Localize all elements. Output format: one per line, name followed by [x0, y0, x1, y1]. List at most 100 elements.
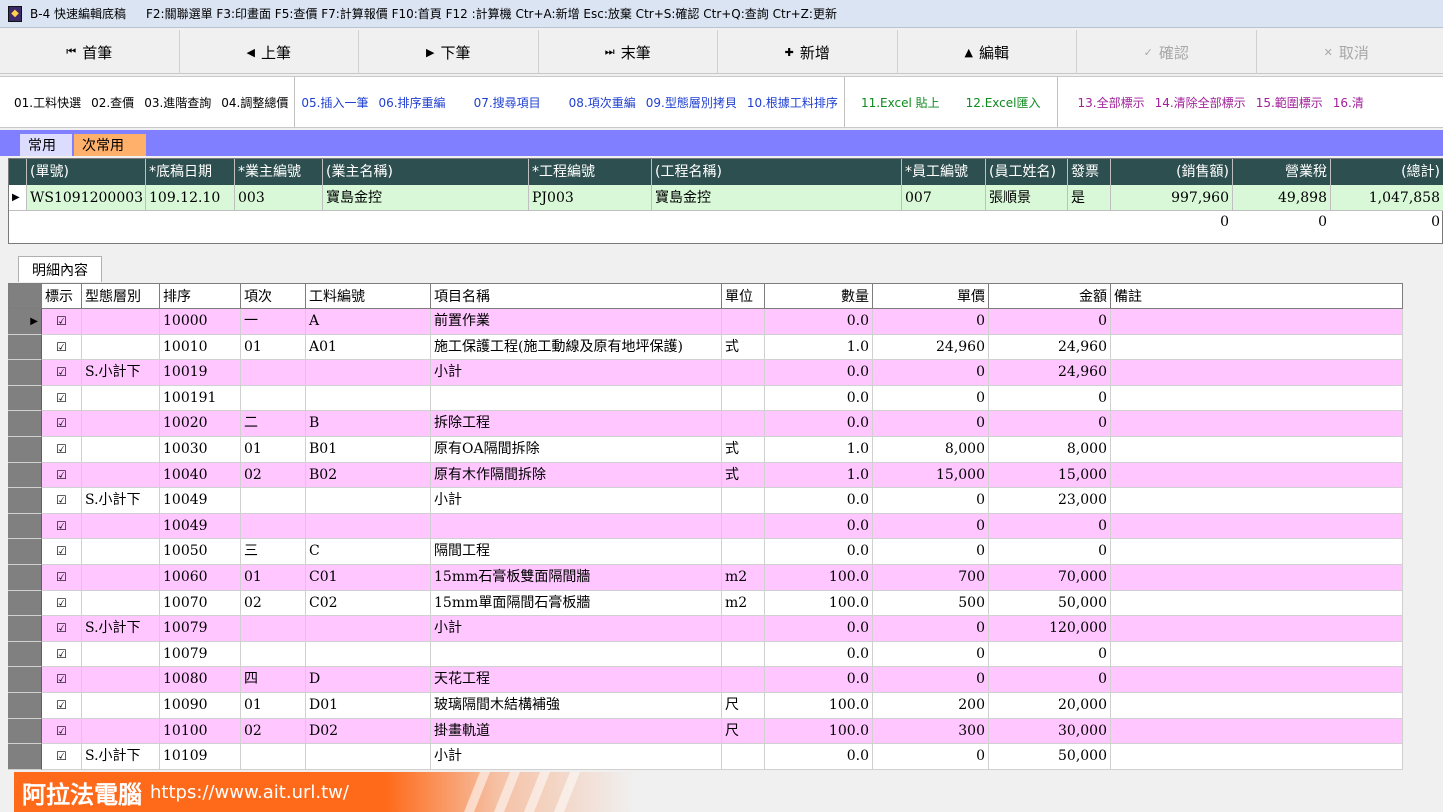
cell-unit[interactable]: 式 [722, 462, 765, 489]
row-selector[interactable] [8, 462, 42, 489]
row-selector[interactable] [8, 334, 42, 361]
cell-level-type[interactable]: S.小計下 [82, 488, 160, 514]
tool-range-mark[interactable]: 15.範圍標示 [1256, 94, 1323, 111]
cell-quantity[interactable]: 0.0 [765, 539, 873, 565]
cell-unit[interactable]: 尺 [722, 693, 765, 719]
cell-unit[interactable] [722, 616, 765, 642]
cell-amount[interactable]: 50,000 [989, 744, 1111, 770]
cell-item-name[interactable] [431, 385, 722, 412]
row-mark-checkbox[interactable]: ☑ [42, 641, 82, 668]
row-selector[interactable] [8, 641, 42, 668]
cell-unit-price[interactable]: 200 [873, 693, 989, 719]
table-row[interactable]: ☑ 10010 01 A01 施工保護工程(施工動線及原有地坪保護) 式 1.0 24,960… [8, 334, 1403, 361]
cell-amount[interactable]: 8,000 [989, 437, 1111, 463]
cell-item-no[interactable]: 三 [241, 539, 306, 565]
cell-unit-price[interactable]: 0 [873, 667, 989, 693]
cell-amount[interactable]: 0 [989, 411, 1111, 437]
cell-sort[interactable]: 10010 [160, 334, 241, 361]
cell-remark[interactable] [1111, 360, 1403, 386]
cell-level-type[interactable] [82, 334, 160, 361]
row-selector[interactable] [8, 539, 42, 565]
table-row[interactable]: ☑ 10030 01 B01 原有OA隔間拆除式 1.0 8,000 8,000 [8, 437, 1403, 463]
table-row[interactable]: ☑ S.小計下 10079 小計 0.0 0 120,000 [8, 616, 1403, 642]
cell-item-no[interactable]: 02 [241, 590, 306, 617]
cell-material-code[interactable]: A [306, 309, 431, 335]
cell-unit[interactable] [722, 539, 765, 565]
cell-sort[interactable]: 10020 [160, 411, 241, 437]
tool-excel-import[interactable]: 12.Excel匯入 [966, 94, 1041, 111]
cell-quantity[interactable]: 1.0 [765, 462, 873, 489]
cell-quantity[interactable]: 0.0 [765, 667, 873, 693]
row-mark-checkbox[interactable]: ☑ [42, 539, 82, 565]
cell-amount[interactable]: 0 [989, 385, 1111, 412]
cell-material-code[interactable]: D01 [306, 693, 431, 719]
cell-material-code[interactable] [306, 744, 431, 770]
cell-unit-price[interactable]: 0 [873, 411, 989, 437]
cell-unit-price[interactable]: 0 [873, 513, 989, 540]
tool-excel-paste[interactable]: 11.Excel 貼上 [861, 94, 940, 111]
cell-remark[interactable] [1111, 539, 1403, 565]
cell-quantity[interactable]: 100.0 [765, 693, 873, 719]
cell-remark[interactable] [1111, 334, 1403, 361]
cell-sort[interactable]: 10000 [160, 309, 241, 335]
cell-level-type[interactable] [82, 411, 160, 437]
cell-amount[interactable]: 120,000 [989, 616, 1111, 642]
cell-item-name[interactable]: 原有OA隔間拆除 [431, 437, 722, 463]
row-mark-checkbox[interactable]: ☑ [42, 437, 82, 463]
cell-item-no[interactable]: 01 [241, 437, 306, 463]
row-mark-checkbox[interactable]: ☑ [42, 744, 82, 770]
cell-sort[interactable]: 10090 [160, 693, 241, 719]
cell-sort[interactable]: 10080 [160, 667, 241, 693]
cell-quantity[interactable]: 0.0 [765, 641, 873, 668]
cell-remark[interactable] [1111, 718, 1403, 745]
table-row[interactable]: ☑ S.小計下 10019 小計 0.0 0 24,960 [8, 360, 1403, 386]
cell-unit[interactable]: m2 [722, 565, 765, 591]
cell-unit-price[interactable]: 0 [873, 744, 989, 770]
cell-quantity[interactable]: 0.0 [765, 411, 873, 437]
field-project-id[interactable]: PJ003 [529, 185, 652, 211]
row-selector[interactable] [8, 488, 42, 514]
table-row[interactable]: ▶ ☑ 10000 一 A 前置作業 0.0 0 0 [8, 309, 1403, 335]
cell-item-no[interactable] [241, 641, 306, 668]
cell-item-name[interactable]: 小計 [431, 488, 722, 514]
cell-sort[interactable]: 10049 [160, 488, 241, 514]
cell-unit[interactable] [722, 513, 765, 540]
cell-level-type[interactable] [82, 667, 160, 693]
cell-item-name[interactable]: 天花工程 [431, 667, 722, 693]
cell-item-name[interactable]: 15mm單面隔間石膏板牆 [431, 590, 722, 617]
cell-unit[interactable] [722, 360, 765, 386]
last-record-button[interactable]: ⏭ 末筆 [539, 30, 718, 74]
cell-unit-price[interactable]: 700 [873, 565, 989, 591]
cell-amount[interactable]: 24,960 [989, 360, 1111, 386]
table-row[interactable]: ☑ 100191 0.0 0 0 [8, 385, 1403, 412]
tab-common[interactable]: 常用 [20, 134, 72, 156]
tool-renumber-sort[interactable]: 06.排序重編 [378, 94, 445, 111]
field-invoice[interactable]: 是 [1068, 185, 1111, 211]
tab-less-common[interactable]: 次常用 [74, 134, 146, 156]
cell-unit[interactable] [722, 488, 765, 514]
cell-item-name[interactable]: 掛畫軌道 [431, 718, 722, 745]
add-record-button[interactable]: ✚ 新增 [718, 30, 898, 74]
cell-unit[interactable] [722, 385, 765, 412]
cell-unit-price[interactable]: 500 [873, 590, 989, 617]
cell-item-name[interactable]: 拆除工程 [431, 411, 722, 437]
cell-level-type[interactable] [82, 590, 160, 617]
tool-sort-by-material[interactable]: 10.根據工料排序 [747, 94, 838, 111]
cell-item-no[interactable]: 02 [241, 718, 306, 745]
row-mark-checkbox[interactable]: ☑ [42, 309, 82, 335]
cell-sort[interactable]: 10079 [160, 641, 241, 668]
cell-quantity[interactable]: 0.0 [765, 309, 873, 335]
cell-item-name[interactable] [431, 641, 722, 668]
field-tax[interactable]: 49,898 [1233, 185, 1331, 211]
cell-level-type[interactable] [82, 641, 160, 668]
cell-remark[interactable] [1111, 488, 1403, 514]
row-selector[interactable] [8, 565, 42, 591]
row-mark-checkbox[interactable]: ☑ [42, 590, 82, 617]
cell-amount[interactable]: 30,000 [989, 718, 1111, 745]
cell-material-code[interactable]: B [306, 411, 431, 437]
cell-remark[interactable] [1111, 693, 1403, 719]
field-draft-date[interactable]: 109.12.10 [146, 185, 235, 211]
cell-level-type[interactable] [82, 437, 160, 463]
tool-mark-all[interactable]: 13.全部標示 [1078, 94, 1145, 111]
cell-amount[interactable]: 50,000 [989, 590, 1111, 617]
